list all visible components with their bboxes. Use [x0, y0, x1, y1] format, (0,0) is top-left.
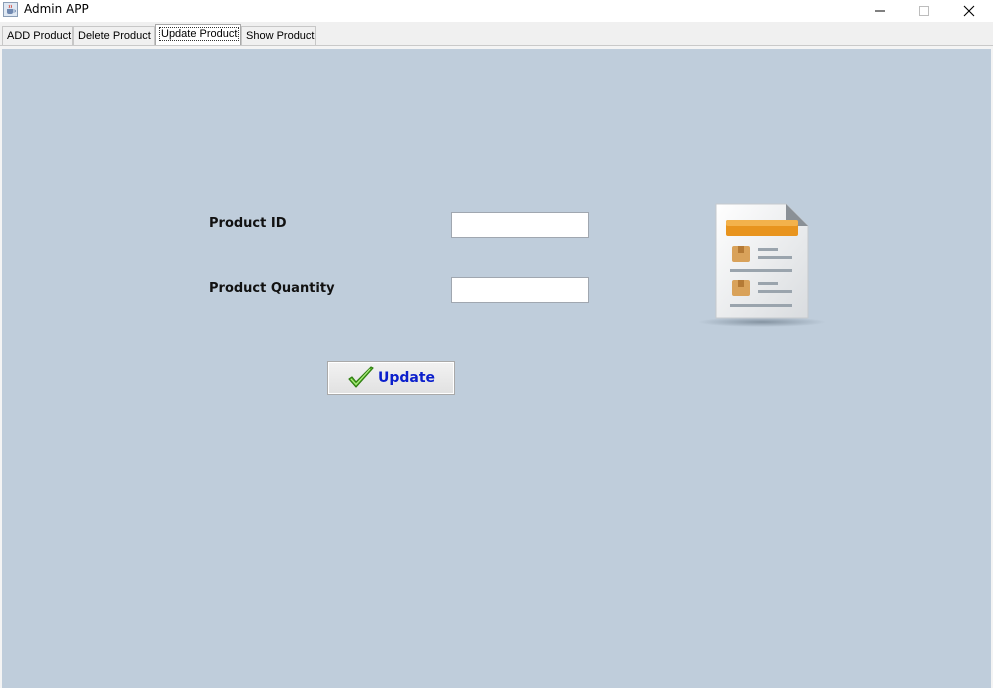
update-button-label: Update	[377, 370, 436, 386]
update-product-panel	[2, 49, 991, 688]
product-document-icon	[698, 198, 828, 334]
tab-strip: ADD Product Delete Product Update Produc…	[0, 22, 993, 45]
tab-delete-product[interactable]: Delete Product	[73, 26, 155, 45]
maximize-button[interactable]	[901, 0, 947, 22]
tab-label: Show Product	[246, 30, 315, 42]
product-id-input[interactable]	[451, 212, 589, 238]
minimize-icon	[875, 10, 885, 12]
tab-add-product[interactable]: ADD Product	[2, 26, 73, 45]
product-quantity-label: Product Quantity	[209, 281, 335, 296]
tab-show-product[interactable]: Show Product	[241, 26, 316, 45]
checkmark-icon	[348, 366, 374, 388]
tab-label: Update Product	[158, 27, 240, 41]
java-cup-icon	[3, 2, 18, 17]
title-bar: Admin APP	[0, 0, 993, 22]
product-id-label: Product ID	[209, 216, 287, 231]
window-title: Admin APP	[24, 2, 89, 16]
product-quantity-input[interactable]	[451, 277, 589, 303]
minimize-button[interactable]	[857, 0, 903, 22]
tab-label: ADD Product	[7, 30, 72, 42]
maximize-icon	[919, 6, 929, 16]
update-button[interactable]: Update	[327, 361, 455, 395]
tab-update-product[interactable]: Update Product	[155, 24, 241, 45]
tab-label: Delete Product	[78, 30, 151, 42]
close-button[interactable]	[946, 0, 992, 22]
close-icon	[963, 5, 975, 17]
